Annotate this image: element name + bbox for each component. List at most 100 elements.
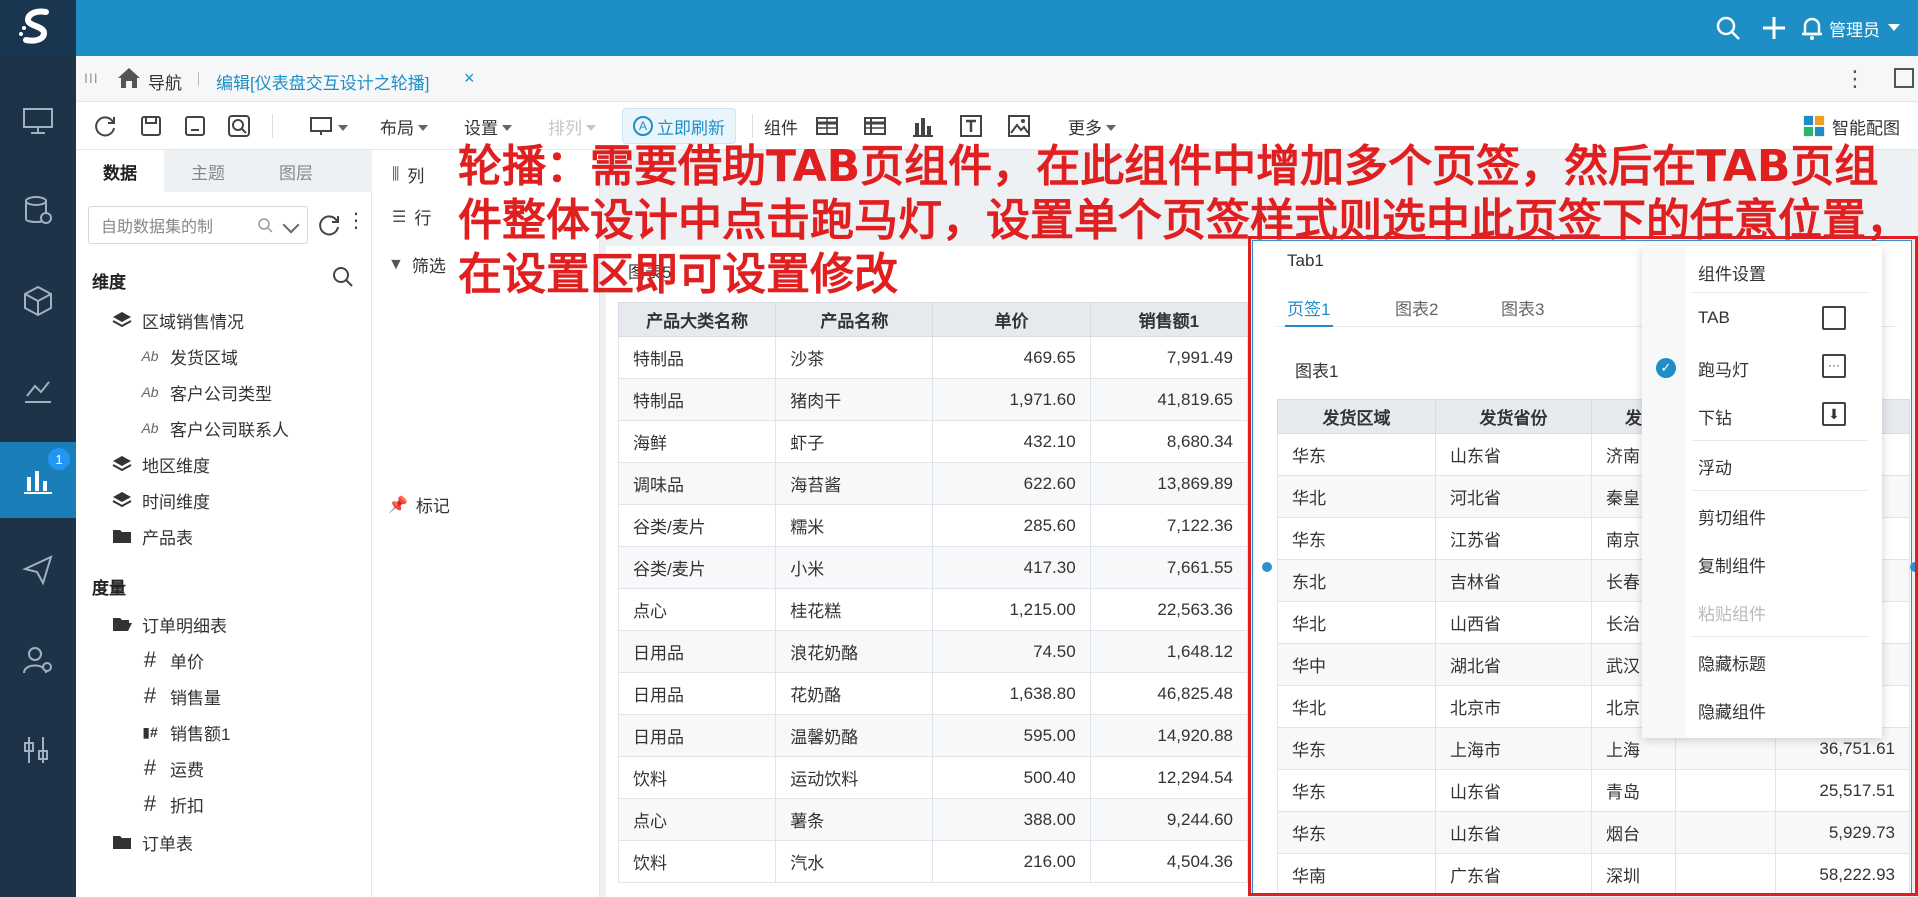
filter-shelf[interactable]: ▼ 筛选 <box>388 252 446 277</box>
table-row[interactable]: 特制品 猪肉干 1,971.60 41,819.65 <box>617 378 1249 421</box>
add-icon[interactable] <box>1760 14 1788 42</box>
search-icon[interactable] <box>1714 14 1742 42</box>
tab-data[interactable]: 数据 <box>76 150 164 192</box>
save-icon[interactable] <box>138 112 164 140</box>
table-row[interactable]: 华东 山东省 烟台 5,929.73 <box>1277 811 1910 854</box>
column-header[interactable]: 单价 <box>932 302 1091 337</box>
search-icon[interactable] <box>332 266 354 288</box>
image-icon[interactable] <box>1006 112 1032 140</box>
table-row[interactable]: 调味品 海苔酱 622.60 13,869.89 <box>617 462 1249 505</box>
measure-field[interactable]: # 运费 <box>138 755 204 780</box>
edit-dashboard-tab[interactable]: 编辑[仪表盘交互设计之轮播] <box>216 69 429 94</box>
bar-chart-icon[interactable] <box>910 112 936 140</box>
mark-shelf[interactable]: 📌 标记 <box>388 492 450 517</box>
dimension-item[interactable]: 时间维度 <box>110 488 210 512</box>
nav-dashboard[interactable]: 1 <box>0 442 76 518</box>
resize-handle[interactable] <box>1262 562 1272 572</box>
nav-user-settings[interactable] <box>0 622 76 698</box>
table-row[interactable]: 日用品 温馨奶酪 595.00 14,920.88 <box>617 714 1249 757</box>
menu-item-cut[interactable]: 剪切组件 <box>1698 504 1766 529</box>
refresh-now-button[interactable]: A 立即刷新 <box>622 108 736 144</box>
measure-folder[interactable]: 订单明细表 <box>110 612 227 636</box>
chart5-widget[interactable]: 图表5 产品大类名称 产品名称 单价 销售额1 特制品 沙茶 469.65 7,991.49… <box>606 246 1249 897</box>
dimension-item[interactable]: 产品表 <box>110 524 193 548</box>
preview-icon[interactable] <box>226 112 252 140</box>
chevron-down-icon[interactable] <box>1888 24 1900 31</box>
column-header[interactable]: 发货省份 <box>1435 399 1592 434</box>
app-logo[interactable] <box>0 0 76 56</box>
table-cell: 饮料 <box>617 756 777 799</box>
menu-item-float[interactable]: 浮动 <box>1698 454 1732 479</box>
nav-tab[interactable]: 导航 <box>148 69 182 94</box>
crosstable-icon[interactable] <box>862 112 888 140</box>
table-row[interactable]: 华东 山东省 青岛 25,517.51 <box>1277 769 1910 812</box>
table-row[interactable]: 谷类/麦片 小米 417.30 7,661.55 <box>617 546 1249 589</box>
measure-field[interactable]: # 单价 <box>138 647 204 672</box>
resize-handle[interactable] <box>1910 562 1918 572</box>
measure-folder[interactable]: 订单表 <box>110 830 193 854</box>
menu-item-copy[interactable]: 复制组件 <box>1698 552 1766 577</box>
refresh-icon[interactable] <box>92 112 118 140</box>
table-row[interactable]: 日用品 浪花奶酪 74.50 1,648.12 <box>617 630 1249 673</box>
nav-data[interactable] <box>0 173 76 249</box>
tab-layout-icon <box>1822 306 1846 330</box>
grip-icon[interactable]: III <box>84 70 99 86</box>
menu-item-hide-title[interactable]: 隐藏标题 <box>1698 650 1766 675</box>
menu-item-hide-component[interactable]: 隐藏组件 <box>1698 698 1766 723</box>
nav-publish[interactable] <box>0 532 76 608</box>
search-icon <box>258 218 273 233</box>
layout-dropdown[interactable]: 布局 <box>380 112 428 140</box>
table-cell: 华北 <box>1277 685 1436 728</box>
column-header[interactable]: 销售额1 <box>1089 302 1249 337</box>
table-row[interactable]: 谷类/麦片 糯米 285.60 7,122.36 <box>617 504 1249 547</box>
table-icon[interactable] <box>814 112 840 140</box>
measure-field[interactable]: # 销售量 <box>138 683 221 708</box>
more-dropdown[interactable]: 更多 <box>1068 112 1116 140</box>
save-as-icon[interactable] <box>182 112 208 140</box>
close-icon[interactable]: × <box>464 68 475 89</box>
measure-field[interactable]: ▮# 销售额1 <box>138 720 230 744</box>
text-icon[interactable] <box>958 112 984 140</box>
table-row[interactable]: 点心 薯条 388.00 9,244.60 <box>617 798 1249 841</box>
more-vertical-icon[interactable]: ⋮ <box>1844 66 1866 92</box>
table-row[interactable]: 饮料 汽水 216.00 4,504.36 <box>617 840 1249 883</box>
more-vertical-icon[interactable]: ⋮ <box>346 208 366 233</box>
maximize-icon[interactable] <box>1894 68 1914 88</box>
column-header[interactable]: 发货区域 <box>1277 399 1436 434</box>
menu-item-tab[interactable]: TAB <box>1698 308 1730 328</box>
table-row[interactable]: 点心 桂花糕 1,215.00 22,563.36 <box>617 588 1249 631</box>
dataset-select[interactable]: 自助数据集的制 <box>88 206 308 244</box>
dimension-item[interactable]: 区域销售情况 <box>110 308 244 332</box>
nav-model[interactable] <box>0 263 76 339</box>
dimension-item[interactable]: 地区维度 <box>110 452 210 476</box>
measure-field[interactable]: # 折扣 <box>138 791 204 816</box>
table-row[interactable]: 日用品 花奶酪 1,638.80 46,825.48 <box>617 672 1249 715</box>
column-header[interactable]: 产品名称 <box>775 302 934 337</box>
nav-analysis[interactable] <box>0 353 76 429</box>
dimension-field[interactable]: Ab 发货区域 <box>138 344 238 368</box>
column-header[interactable]: 产品大类名称 <box>617 302 777 337</box>
home-icon[interactable] <box>116 66 142 90</box>
dimension-field[interactable]: Ab 客户公司联系人 <box>138 416 289 440</box>
columns-shelf[interactable]: ⫼ 列 <box>392 162 424 187</box>
table-row[interactable]: 华南 广东省 深圳 58,222.93 <box>1277 853 1910 896</box>
user-menu[interactable]: 管理员 <box>1829 16 1880 41</box>
nav-monitor[interactable] <box>0 83 76 159</box>
bell-icon[interactable] <box>1798 14 1826 42</box>
dimension-field[interactable]: Ab 客户公司类型 <box>138 380 272 404</box>
table-row[interactable]: 饮料 运动饮料 500.40 12,294.54 <box>617 756 1249 799</box>
logo-icon <box>19 8 49 44</box>
device-dropdown[interactable] <box>308 112 348 140</box>
smart-layout-button[interactable]: 智能配图 <box>1802 112 1900 140</box>
menu-item-marquee[interactable]: 跑马灯 <box>1698 356 1749 381</box>
tab-layers[interactable]: 图层 <box>252 150 340 192</box>
tab-theme[interactable]: 主题 <box>164 150 252 192</box>
menu-item-drill[interactable]: 下钻 <box>1698 404 1732 429</box>
nav-tools[interactable] <box>0 712 76 788</box>
settings-dropdown[interactable]: 设置 <box>464 112 512 140</box>
refresh-icon[interactable] <box>316 212 342 238</box>
rows-shelf[interactable]: ☰ 行 <box>392 204 431 229</box>
table-cell: 青岛 <box>1591 769 1676 812</box>
table-row[interactable]: 海鲜 虾子 432.10 8,680.34 <box>617 420 1249 463</box>
table-row[interactable]: 特制品 沙茶 469.65 7,991.49 <box>617 336 1249 379</box>
